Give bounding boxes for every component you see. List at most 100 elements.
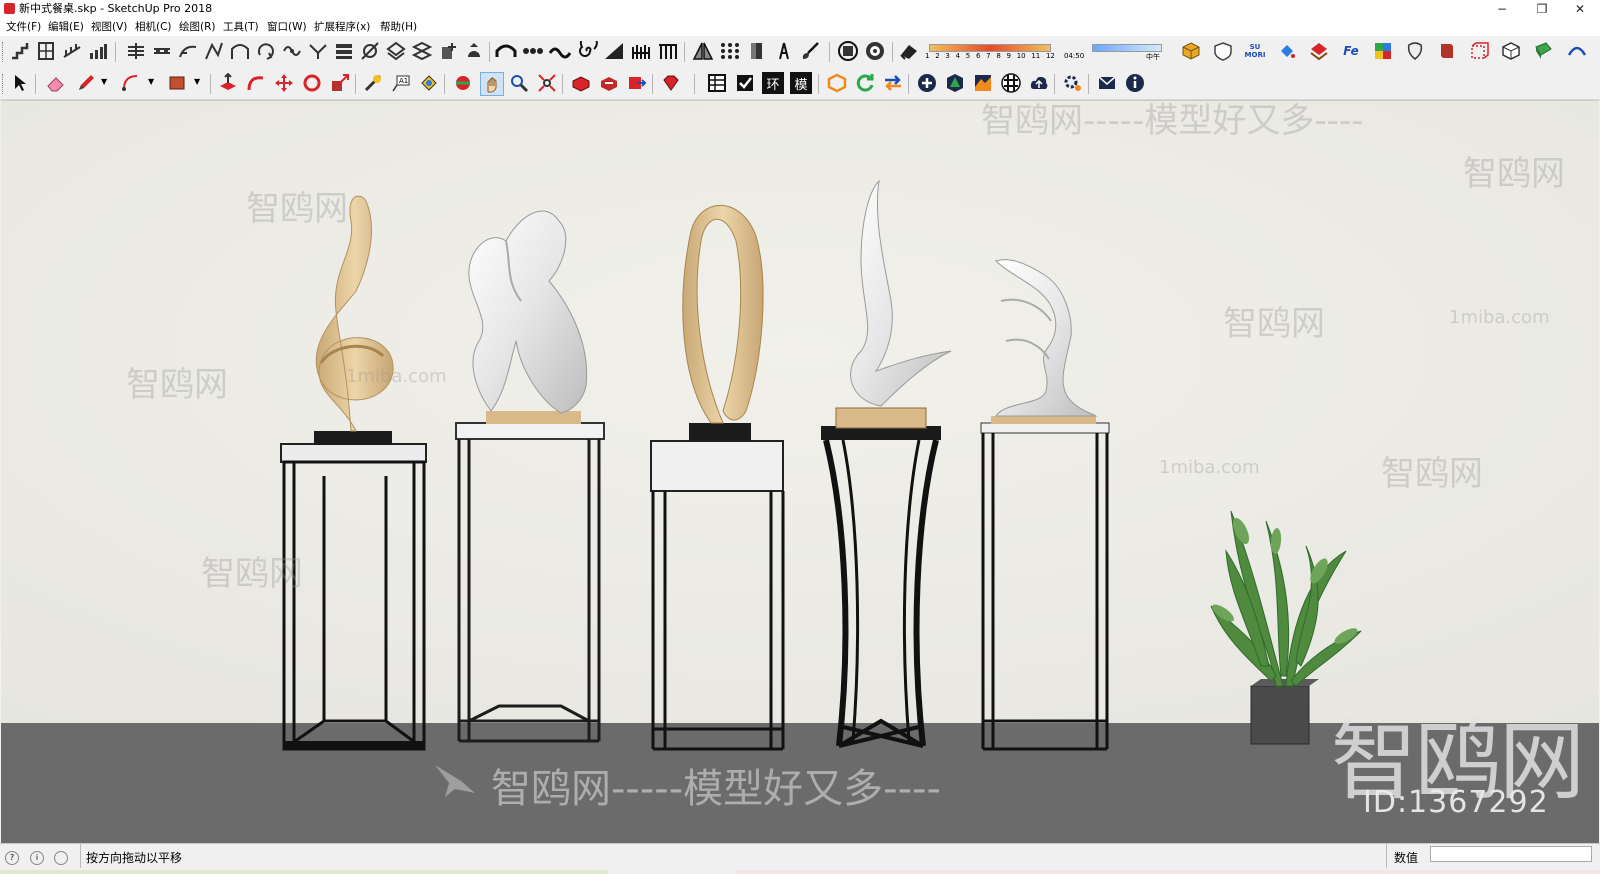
refresh-icon[interactable] [854, 72, 876, 94]
menu-window[interactable]: 窗口(W) [267, 18, 307, 36]
distribute-icon[interactable] [151, 40, 173, 62]
arc-blue-icon[interactable] [1566, 40, 1588, 62]
rotate-icon[interactable] [301, 72, 323, 94]
align-icon[interactable] [125, 40, 147, 62]
array-grid-icon[interactable] [719, 40, 741, 62]
toolbar-grip[interactable] [2, 74, 6, 94]
pencil-icon[interactable] [75, 72, 97, 94]
joint-icon[interactable] [307, 40, 329, 62]
su-mori-button[interactable]: SU MORI [1242, 40, 1268, 62]
component-stack-icon[interactable] [1308, 40, 1330, 62]
checkbox-icon[interactable] [734, 72, 756, 94]
shadow-month-slider[interactable]: 1 2 3 4 5 6 7 8 9 10 11 12 [925, 40, 1055, 64]
checker-sphere-icon[interactable] [1000, 72, 1022, 94]
color-palette-icon[interactable] [1372, 40, 1394, 62]
info-icon[interactable] [1124, 72, 1146, 94]
columns-icon[interactable] [657, 40, 679, 62]
bezier-icon[interactable] [203, 40, 225, 62]
rotate-curve-icon[interactable] [255, 40, 277, 62]
section-view-icon[interactable] [864, 40, 886, 62]
curve-tool-icon[interactable] [177, 40, 199, 62]
move-icon[interactable] [273, 72, 295, 94]
select-arrow-icon[interactable] [9, 72, 31, 94]
zoom-icon[interactable] [508, 72, 530, 94]
follow-me-icon[interactable] [463, 40, 485, 62]
menu-draw[interactable]: 绘图(R) [179, 18, 216, 36]
follow-me-arrow-icon[interactable] [245, 72, 267, 94]
credits-icon[interactable]: i [30, 851, 44, 865]
section-camera-icon[interactable] [837, 40, 859, 62]
box-component-icon[interactable] [1180, 40, 1202, 62]
menu-edit[interactable]: 编辑(E) [48, 18, 84, 36]
slope-tool-icon[interactable] [603, 40, 625, 62]
pickets-icon[interactable] [630, 40, 652, 62]
shape-dropdown-chevron-icon[interactable]: ▼ [194, 77, 200, 86]
menu-help[interactable]: 帮助(H) [380, 18, 417, 36]
arc-dropdown-chevron-icon[interactable]: ▼ [148, 77, 154, 86]
terrain-icon[interactable] [972, 72, 994, 94]
layers-icon[interactable] [333, 40, 355, 62]
pencil-dropdown-chevron-icon[interactable]: ▼ [101, 77, 107, 86]
paint-bucket-icon[interactable] [1276, 40, 1298, 62]
extension-warehouse-icon[interactable] [626, 72, 648, 94]
env-button[interactable]: 环 [762, 72, 784, 94]
shadow-time-slider[interactable]: 04:50 中午 [1060, 40, 1165, 64]
green-book-icon[interactable] [1532, 40, 1554, 62]
stairs-icon[interactable] [9, 40, 31, 62]
mail-icon[interactable] [1096, 72, 1118, 94]
offset-curve-icon[interactable] [359, 40, 381, 62]
cloud-upload-icon[interactable] [1028, 72, 1050, 94]
month-slider-track[interactable] [929, 44, 1051, 52]
time-slider-track[interactable] [1092, 44, 1162, 52]
close-button[interactable]: ✕ [1560, 0, 1600, 18]
window-tool-icon[interactable] [35, 40, 57, 62]
extrude-icon[interactable] [385, 40, 407, 62]
section-box-icon[interactable] [1468, 40, 1490, 62]
brush-icon[interactable] [800, 40, 822, 62]
orbit-icon[interactable] [452, 72, 474, 94]
text-tool-icon[interactable]: A1 [390, 72, 412, 94]
fe-tool-button[interactable]: Fe [1340, 40, 1362, 62]
face-mask-icon[interactable] [1404, 40, 1426, 62]
zoom-extents-icon[interactable] [536, 72, 558, 94]
measurements-input[interactable] [1430, 846, 1592, 862]
swap-arrows-icon[interactable] [882, 72, 904, 94]
model-viewport[interactable]: 智鸥网 1miba.com 智鸥网 智鸥网 1miba.com 智鸥网 1mib… [1, 100, 1599, 844]
book-icon[interactable] [1436, 40, 1458, 62]
compass-icon[interactable] [773, 40, 795, 62]
chain-icon[interactable] [522, 40, 544, 62]
maximize-button[interactable]: ❐ [1522, 0, 1562, 18]
arch-icon[interactable] [495, 40, 517, 62]
spiral-icon[interactable] [576, 40, 598, 62]
pan-hand-icon[interactable] [480, 72, 504, 96]
menu-file[interactable]: 文件(F) [6, 18, 41, 36]
rectangle-icon[interactable] [166, 72, 188, 94]
bar-steps-icon[interactable] [87, 40, 109, 62]
door-icon[interactable] [746, 40, 768, 62]
iso-box-icon[interactable] [1500, 40, 1522, 62]
wave-icon[interactable] [549, 40, 571, 62]
warehouse-icon[interactable] [570, 72, 592, 94]
push-pull-plus-icon[interactable] [437, 40, 459, 62]
mirror-icon[interactable] [692, 40, 714, 62]
spline-icon[interactable] [281, 40, 303, 62]
scale-icon[interactable] [329, 72, 351, 94]
account-icon[interactable] [54, 851, 68, 865]
model-button[interactable]: 模 [790, 72, 812, 94]
arc-tool-icon[interactable] [229, 40, 251, 62]
table-icon[interactable] [706, 72, 728, 94]
add-circle-icon[interactable] [916, 72, 938, 94]
tree-hex-icon[interactable] [944, 72, 966, 94]
paint-bucket-tool-icon[interactable] [418, 72, 440, 94]
geo-location-icon[interactable]: ? [5, 851, 19, 865]
ruby-gem-icon[interactable] [660, 72, 682, 94]
menu-extensions[interactable]: 扩展程序(x) [314, 18, 370, 36]
eraser-icon[interactable] [45, 72, 67, 94]
toolbar-grip[interactable] [2, 42, 6, 62]
menu-view[interactable]: 视图(V) [91, 18, 127, 36]
tape-measure-icon[interactable] [362, 72, 384, 94]
menu-camera[interactable]: 相机(C) [135, 18, 172, 36]
settings-gear-icon[interactable] [1062, 72, 1084, 94]
eraser-shadow-icon[interactable] [898, 40, 920, 62]
arc-draw-icon[interactable] [120, 72, 142, 94]
